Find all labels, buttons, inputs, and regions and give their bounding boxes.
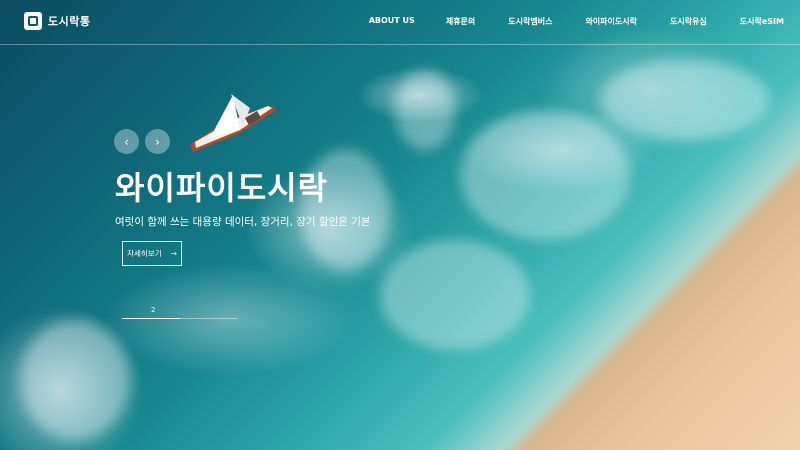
prev-slide-button[interactable]: ‹ <box>114 129 139 154</box>
wave-foam <box>380 240 530 350</box>
site-header: 도시락통 ABOUT US 제휴문의 도시락멤버스 와이파이도시락 도시락유심 … <box>0 0 800 45</box>
nav-item-esim[interactable]: 도시락eSIM <box>740 16 784 27</box>
nav-item-about-us[interactable]: ABOUT US <box>369 16 415 27</box>
nav-item-usim[interactable]: 도시락유심 <box>670 16 707 27</box>
main-nav: ABOUT US 제휴문의 도시락멤버스 와이파이도시락 도시락유심 도시락eS… <box>369 16 784 27</box>
nav-item-wifi[interactable]: 와이파이도시락 <box>585 16 637 27</box>
slide-pager: 2 <box>122 306 237 322</box>
wave-foam <box>20 320 130 440</box>
wifi-box-icon <box>24 12 42 30</box>
chevron-left-icon: ‹ <box>124 134 129 149</box>
wave-foam <box>395 70 455 150</box>
more-button[interactable]: 자세히보기 → <box>122 241 182 266</box>
next-slide-button[interactable]: › <box>145 129 170 154</box>
hero-subtitle: 여럿이 함께 쓰는 대용량 데이터, 장거리, 장기 할인은 기본 <box>115 216 371 228</box>
slide-progress-track <box>122 318 237 319</box>
hero-title: 와이파이도시락 <box>115 169 329 207</box>
slide-progress-fill <box>122 318 180 319</box>
logo[interactable]: 도시락통 <box>24 12 90 30</box>
arrow-right-icon: → <box>170 249 177 258</box>
wave-foam <box>600 60 770 140</box>
more-button-label: 자세히보기 <box>127 249 162 258</box>
chevron-right-icon: › <box>155 134 160 149</box>
nav-item-partnership[interactable]: 제휴문의 <box>446 16 475 27</box>
slide-number: 2 <box>151 306 156 314</box>
sailboat-image <box>190 94 276 152</box>
logo-text: 도시락통 <box>48 15 91 28</box>
nav-item-members[interactable]: 도시락멤버스 <box>508 16 552 27</box>
wave-foam <box>460 110 630 240</box>
